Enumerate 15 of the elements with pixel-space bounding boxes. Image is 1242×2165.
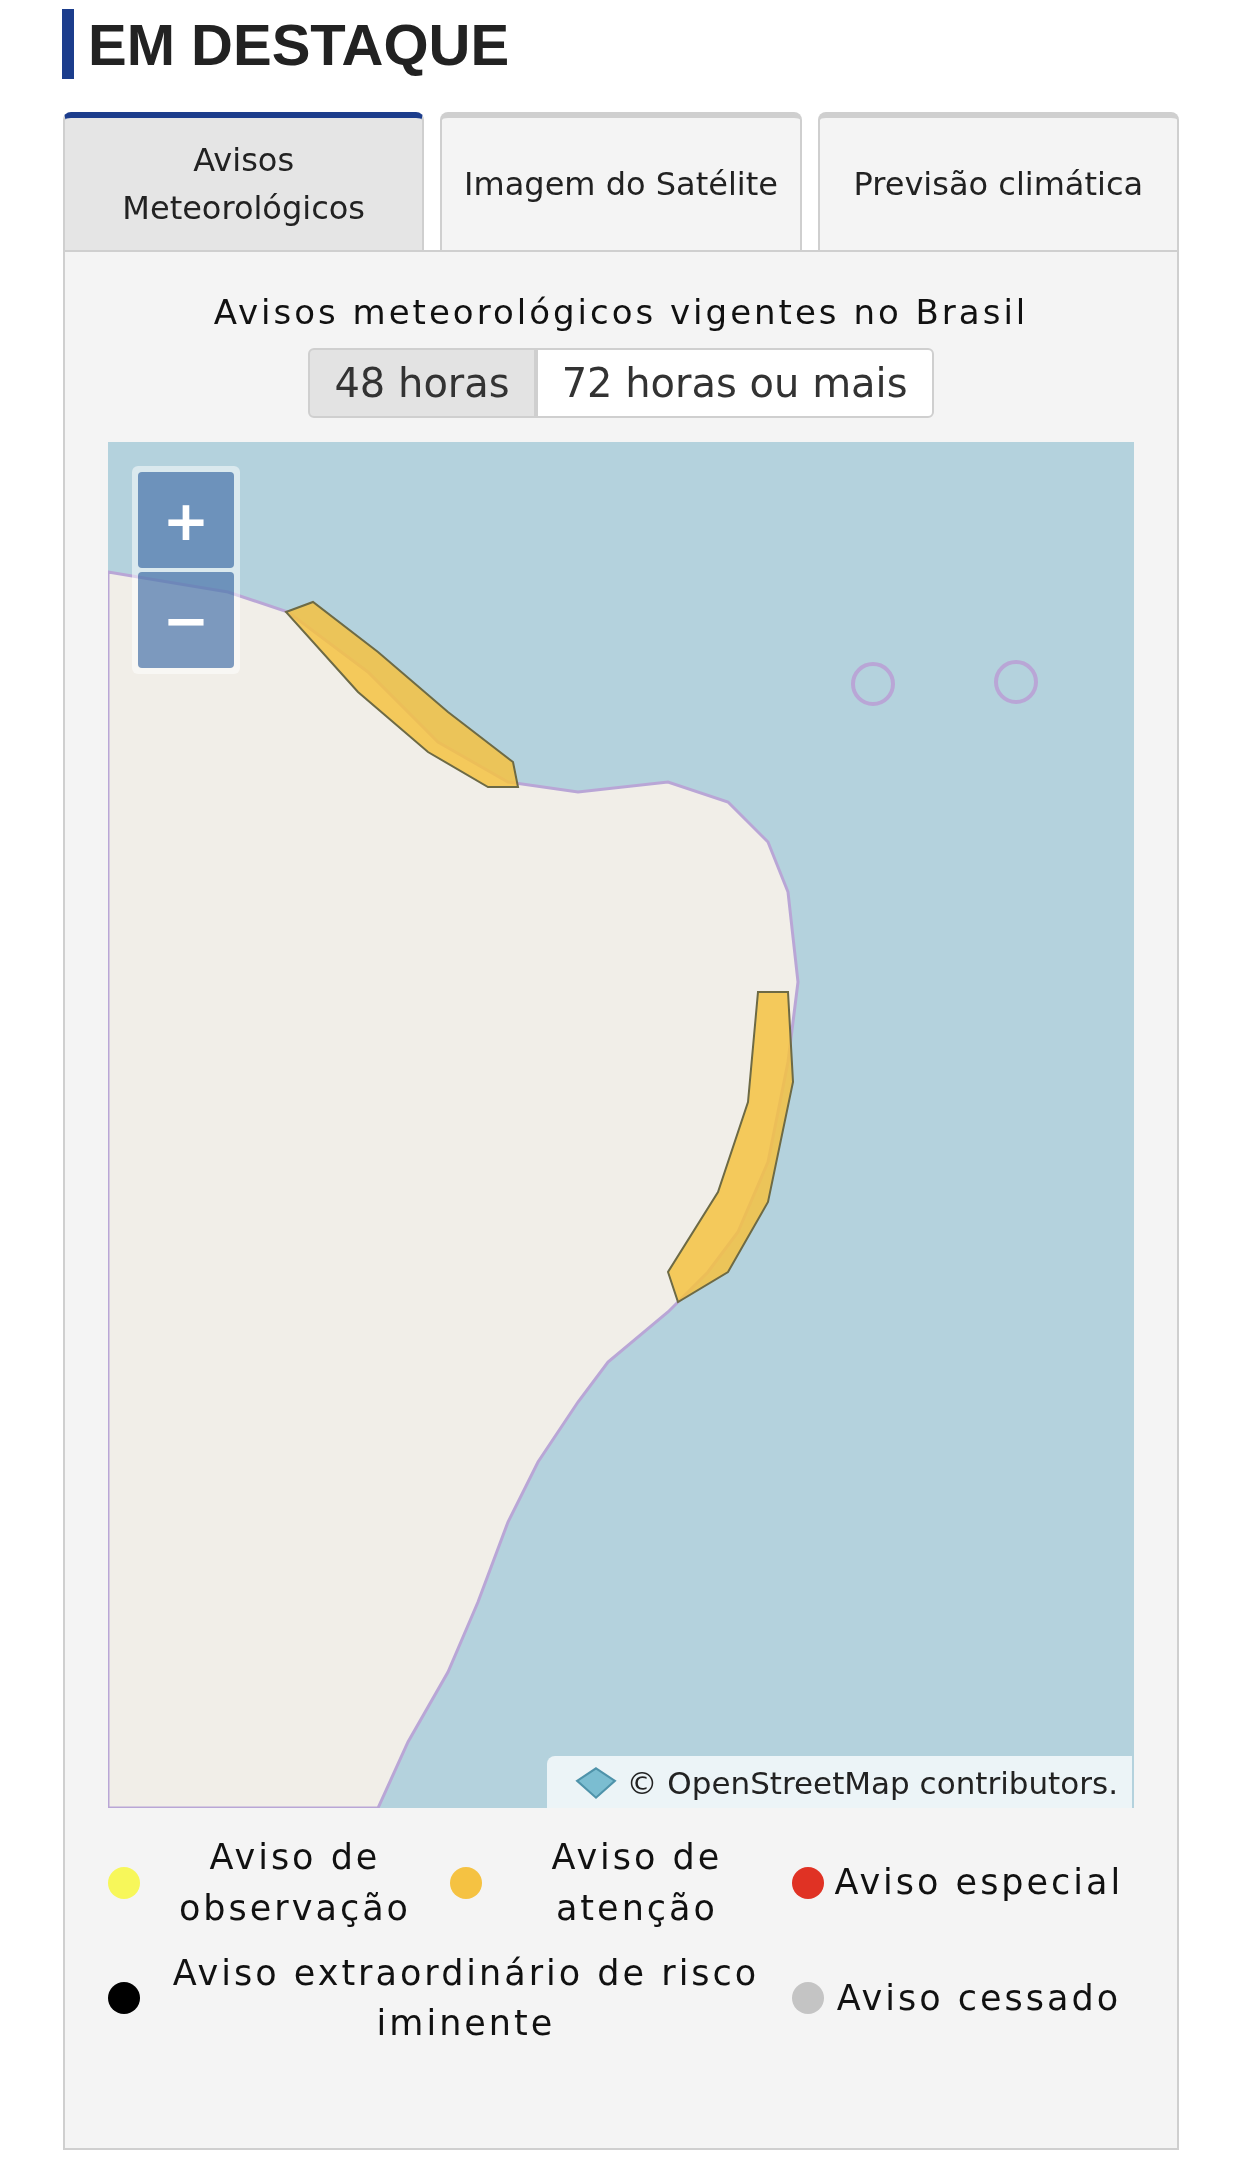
tab[interactable]: Avisos Meteorológicos: [63, 112, 425, 250]
legend-label: Aviso extraordinário de risco iminente: [171, 1951, 761, 2046]
tab[interactable]: Imagem do Satélite: [440, 112, 802, 250]
layers-icon: [574, 1764, 617, 1802]
legend-label: Aviso de observação: [177, 1836, 412, 1930]
panel-heading: Avisos meteorológicos vigentes no Brasil: [213, 292, 1029, 332]
legend-label: Aviso especial: [833, 1861, 1125, 1905]
tab[interactable]: Previsão climática: [817, 112, 1179, 250]
range-toggle[interactable]: 72 horas ou mais: [535, 348, 934, 418]
legend-label: Aviso cessado: [835, 1976, 1123, 2020]
range-toggle[interactable]: 48 horas: [308, 348, 536, 418]
title-accent-bar: [62, 9, 74, 79]
section-title: EM DESTAQUE: [88, 10, 510, 78]
attribution-text: © OpenStreetMap contributors.: [626, 1765, 1118, 1801]
legend-label: Aviso de atenção: [550, 1836, 724, 1930]
